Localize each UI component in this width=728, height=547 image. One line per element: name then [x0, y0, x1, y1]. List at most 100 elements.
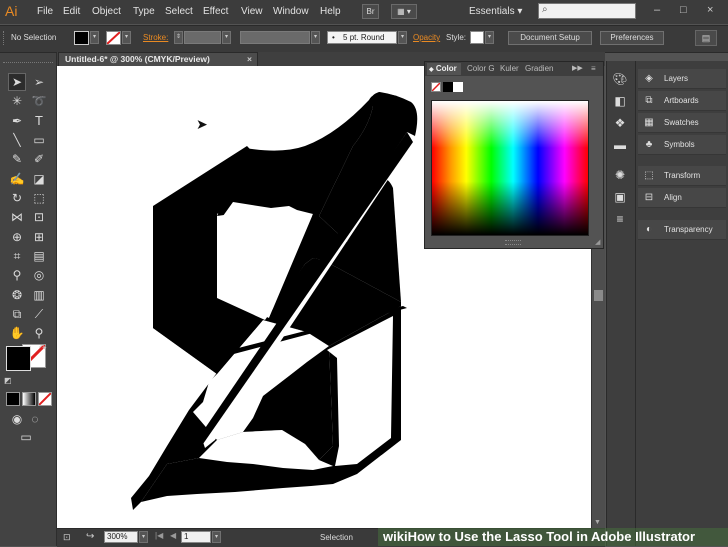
- minimize-button[interactable]: –: [654, 4, 660, 16]
- color-mode-button[interactable]: [6, 392, 20, 406]
- magic-wand-tool-icon[interactable]: ✳: [8, 92, 26, 110]
- width-tool-icon[interactable]: ⋈: [8, 208, 26, 226]
- line-tool-icon[interactable]: ╲: [8, 131, 26, 149]
- menu-help[interactable]: Help: [320, 6, 341, 17]
- column-graph-tool-icon[interactable]: ▥: [30, 286, 48, 304]
- symbol-sprayer-tool-icon[interactable]: ❂: [8, 286, 26, 304]
- eyedropper-tool-icon[interactable]: ⚲: [8, 266, 26, 284]
- style-dropdown[interactable]: ▾: [485, 31, 494, 44]
- tab-kuler[interactable]: Kuler: [500, 64, 519, 73]
- preferences-button[interactable]: Preferences: [600, 31, 664, 45]
- symbols-panel-button[interactable]: ♣ Symbols: [638, 135, 726, 155]
- none-color-swatch[interactable]: [431, 82, 441, 92]
- transform-panel-button[interactable]: ⬚ Transform: [638, 166, 726, 186]
- bridge-button[interactable]: Br: [362, 4, 379, 19]
- blob-brush-tool-icon[interactable]: ✍: [8, 170, 26, 188]
- tab-gradient[interactable]: Gradien: [525, 64, 553, 73]
- artboards-panel-button[interactable]: ⧉ Artboards: [638, 91, 726, 111]
- arrange-documents-button[interactable]: ▦ ▾: [391, 4, 417, 19]
- free-transform-tool-icon[interactable]: ⊡: [30, 208, 48, 226]
- variable-width-field[interactable]: [240, 31, 310, 44]
- scrollbar-thumb[interactable]: [594, 290, 603, 301]
- menu-file[interactable]: File: [37, 6, 53, 17]
- perspective-grid-tool-icon[interactable]: ⊞: [30, 228, 48, 246]
- zoom-tool-icon[interactable]: ⚲: [30, 324, 48, 342]
- paintbrush-tool-icon[interactable]: ✎: [8, 150, 26, 168]
- scroll-down-icon[interactable]: ▼: [594, 519, 601, 526]
- document-setup-button[interactable]: Document Setup: [508, 31, 592, 45]
- search-input[interactable]: ⌕: [538, 3, 636, 19]
- layers-panel-button[interactable]: ◈ Layers: [638, 69, 726, 89]
- zoom-dropdown[interactable]: ▾: [139, 531, 148, 543]
- kuler-icon[interactable]: ❖: [611, 114, 629, 132]
- stroke-weight-stepper[interactable]: ⇕: [174, 31, 183, 44]
- variable-width-dropdown[interactable]: ▾: [311, 31, 320, 44]
- color-panel-icon[interactable]: 🎨︎: [611, 70, 629, 88]
- close-window-button[interactable]: ×: [707, 4, 713, 16]
- artboard-number-field[interactable]: 1: [181, 531, 211, 543]
- resize-corner-icon[interactable]: ◢: [595, 238, 600, 246]
- screen-mode-icon[interactable]: ▭: [17, 428, 35, 446]
- swatches-panel-button[interactable]: ▦ Swatches: [638, 113, 726, 133]
- stroke-weight-dropdown[interactable]: ▾: [222, 31, 231, 44]
- appearance-icon[interactable]: ✺: [611, 166, 629, 184]
- panel-resize-grip[interactable]: [505, 240, 521, 245]
- pen-tool-icon[interactable]: ✒: [8, 112, 26, 130]
- first-artboard-icon[interactable]: |◀: [155, 531, 163, 540]
- type-tool-icon[interactable]: T: [30, 112, 48, 130]
- brush-dropdown[interactable]: ▾: [398, 31, 407, 44]
- slice-tool-icon[interactable]: ⟋: [30, 305, 48, 323]
- maximize-button[interactable]: □: [680, 4, 687, 16]
- black-swatch[interactable]: [443, 82, 453, 92]
- draw-behind-icon[interactable]: ◌: [26, 410, 44, 428]
- stroke-panel-icon[interactable]: ≡: [611, 210, 629, 228]
- menu-object[interactable]: Object: [92, 6, 121, 17]
- blend-tool-icon[interactable]: ◎: [30, 266, 48, 284]
- graphic-styles-icon[interactable]: ▣: [611, 188, 629, 206]
- align-panel-button[interactable]: ⊟ Align: [638, 188, 726, 208]
- white-swatch[interactable]: [453, 82, 463, 92]
- rotate-tool-icon[interactable]: ↻: [8, 189, 26, 207]
- default-colors-icon[interactable]: ◩: [4, 376, 12, 385]
- artboard-tool-icon[interactable]: ⧉: [8, 305, 26, 323]
- grip-handle[interactable]: [3, 31, 6, 45]
- menu-view[interactable]: View: [241, 6, 263, 17]
- menu-type[interactable]: Type: [133, 6, 155, 17]
- menu-window[interactable]: Window: [273, 6, 309, 17]
- brush-field[interactable]: • 5 pt. Round: [327, 31, 397, 44]
- close-tab-icon[interactable]: ×: [247, 53, 252, 66]
- previous-artboard-icon[interactable]: ◀: [170, 531, 176, 540]
- hand-tool-icon[interactable]: ✋: [8, 324, 26, 342]
- rectangle-tool-icon[interactable]: ▭: [30, 131, 48, 149]
- tab-color-guide[interactable]: Color G: [467, 64, 495, 73]
- fill-dropdown[interactable]: ▾: [90, 31, 99, 44]
- panel-menu-button[interactable]: ≡: [591, 64, 596, 73]
- stroke-swatch[interactable]: [106, 31, 121, 45]
- nav-icon[interactable]: ⊡: [63, 532, 71, 543]
- fill-swatch[interactable]: [74, 31, 89, 45]
- menu-edit[interactable]: Edit: [63, 6, 80, 17]
- eraser-tool-icon[interactable]: ◪: [30, 170, 48, 188]
- opacity-label[interactable]: Opacity: [413, 33, 440, 42]
- zoom-field[interactable]: 300%: [104, 531, 138, 543]
- scale-tool-icon[interactable]: ⬚: [30, 189, 48, 207]
- color-guide-icon[interactable]: ◧: [611, 92, 629, 110]
- gradient-tool-icon[interactable]: ▤: [30, 247, 48, 265]
- workspace-switcher[interactable]: Essentials ▾: [469, 6, 522, 17]
- status-text[interactable]: Selection: [320, 533, 353, 542]
- menu-select[interactable]: Select: [165, 6, 193, 17]
- document-tab[interactable]: Untitled-6* @ 300% (CMYK/Preview) ×: [58, 52, 258, 66]
- menu-effect[interactable]: Effect: [203, 6, 228, 17]
- fill-color-box[interactable]: [6, 346, 31, 371]
- direct-selection-tool-icon[interactable]: ➢: [30, 73, 48, 91]
- stroke-weight-field[interactable]: [184, 31, 221, 44]
- pencil-tool-icon[interactable]: ✐: [30, 150, 48, 168]
- arrange-menu-button[interactable]: ▤: [695, 30, 717, 46]
- stroke-dropdown[interactable]: ▾: [122, 31, 131, 44]
- lasso-tool-icon[interactable]: ➰: [30, 92, 48, 110]
- shape-builder-tool-icon[interactable]: ⊕: [8, 228, 26, 246]
- gradient-panel-icon[interactable]: ▬: [611, 136, 629, 154]
- share-icon[interactable]: ↪: [86, 531, 94, 542]
- tools-grip[interactable]: [3, 62, 53, 69]
- color-spectrum[interactable]: [431, 100, 589, 236]
